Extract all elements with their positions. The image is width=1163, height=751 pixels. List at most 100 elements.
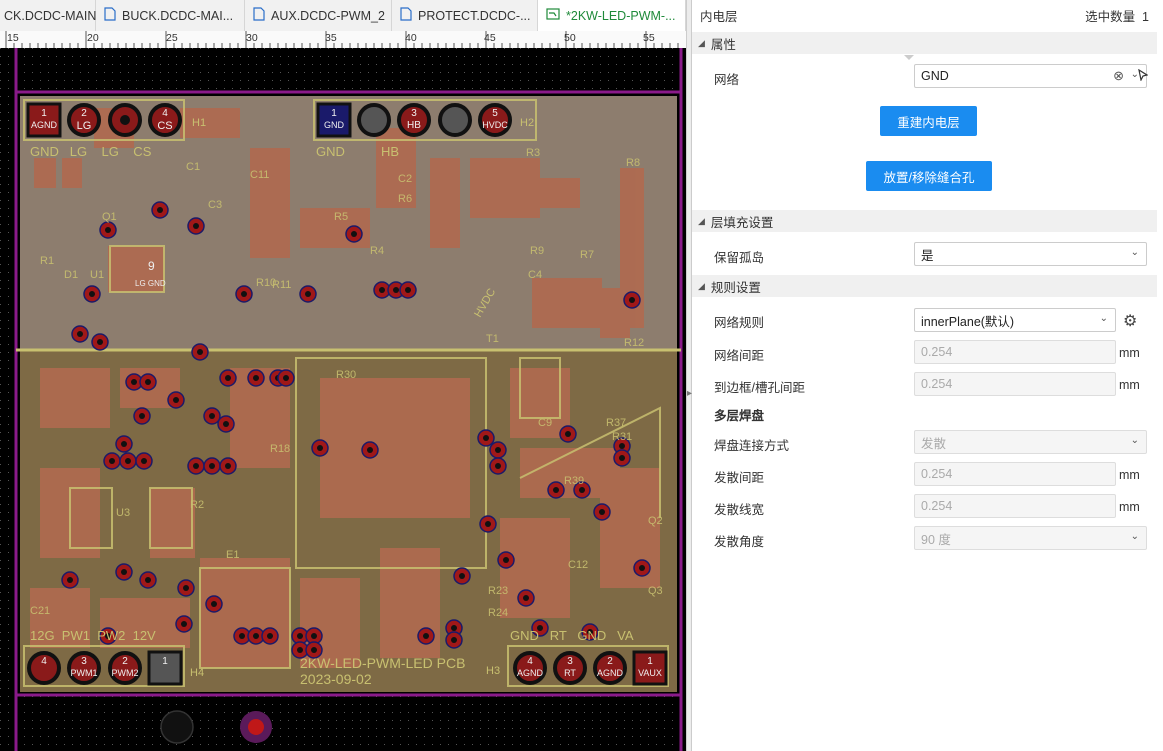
- pad-number: 2: [81, 108, 87, 119]
- document-icon: [253, 7, 265, 24]
- spoke-spacing-value: 0.254: [921, 467, 953, 481]
- via-hole: [223, 421, 229, 427]
- unit-label: mm: [1119, 346, 1140, 360]
- ruler-ticks: [5, 31, 679, 48]
- tab-protect-dcdc[interactable]: PROTECT.DCDC-...: [392, 0, 538, 31]
- pad-net: AGND: [597, 668, 624, 678]
- pad-connect-select[interactable]: 发散 ⌄: [914, 430, 1147, 454]
- panel-header: 内电层 选中数量 1: [692, 0, 1163, 31]
- section-title: 属性: [710, 37, 736, 52]
- reference-designator: R5: [334, 211, 348, 223]
- pad-number: 1: [41, 108, 47, 119]
- via-hole: [145, 379, 151, 385]
- silk-label: H2: [520, 117, 534, 129]
- reference-designator: R24: [488, 607, 508, 619]
- silk-label: GND HB: [316, 144, 399, 159]
- rebuild-plane-button[interactable]: 重建内电层: [880, 106, 977, 136]
- edge-spacing-input[interactable]: 0.254: [914, 372, 1116, 396]
- horizontal-ruler: 15 20 25 30 35 40 45 50 55: [0, 31, 686, 49]
- section-fill-settings[interactable]: ◢ 层填充设置: [692, 210, 1157, 232]
- pick-net-cursor-icon[interactable]: [1138, 68, 1149, 84]
- clear-icon[interactable]: ⊗: [1113, 68, 1124, 84]
- pad-number: 1: [647, 656, 653, 667]
- via-hole: [405, 287, 411, 293]
- pad-net: HVDC: [482, 120, 508, 130]
- silk-label: 9: [148, 259, 155, 273]
- via-hole: [141, 458, 147, 464]
- collapse-arrow-icon[interactable]: ▸: [687, 388, 692, 418]
- ruler-label: 50: [564, 32, 576, 44]
- via-hole: [459, 573, 465, 579]
- via-hole: [639, 565, 645, 571]
- reference-designator: C4: [528, 269, 542, 281]
- via-hole: [393, 287, 399, 293]
- via-hole: [209, 463, 215, 469]
- spoke-spacing-input[interactable]: 0.254: [914, 462, 1116, 486]
- reference-designator: R23: [488, 585, 508, 597]
- via-hole: [311, 647, 317, 653]
- gear-icon[interactable]: ⚙: [1123, 311, 1137, 331]
- via-hole: [193, 463, 199, 469]
- net-value: GND: [921, 69, 949, 83]
- ruler-label: 25: [166, 32, 178, 44]
- edge-spacing-value: 0.254: [921, 377, 953, 391]
- tab-buck-dcdc-main[interactable]: BUCK.DCDC-MAI...: [96, 0, 245, 31]
- reference-designator: T1: [486, 333, 499, 345]
- net-spacing-input[interactable]: 0.254: [914, 340, 1116, 364]
- tab-ck-dcdc-main[interactable]: CK.DCDC-MAIN: [0, 0, 96, 31]
- reference-designator: C11: [250, 169, 269, 181]
- via-hole: [197, 349, 203, 355]
- pcb-board-drawing[interactable]: 1 AGND 2 LG 4 CS 1 GND 3 HB 5 HVDC 4 3 P…: [0, 48, 686, 751]
- net-spacing-value: 0.254: [921, 345, 953, 359]
- pad-net: VAUX: [638, 668, 662, 678]
- pad-number: 5: [492, 108, 498, 119]
- spoke-angle-select[interactable]: 90 度 ⌄: [914, 526, 1147, 550]
- section-attributes[interactable]: ◢ 属性: [692, 32, 1157, 54]
- section-title: 层填充设置: [710, 215, 774, 230]
- reference-designator: R3: [526, 147, 540, 159]
- via-hole: [629, 297, 635, 303]
- silk-label: LG GND: [135, 279, 166, 288]
- via-hole: [297, 647, 303, 653]
- ruler-label: 20: [87, 32, 99, 44]
- via-hole: [253, 633, 259, 639]
- pad-net: AGND: [31, 120, 58, 130]
- reference-designator: R6: [398, 193, 412, 205]
- board-date-silk: 2023-09-02: [300, 671, 372, 687]
- ruler-label: 15: [7, 32, 19, 44]
- pad-number: 4: [527, 656, 533, 667]
- tab-pcb-2kw-led-pwm[interactable]: *2KW-LED-PWM-...: [538, 0, 686, 31]
- mounting-hole[interactable]: [160, 710, 194, 744]
- keep-island-select[interactable]: 是 ⌄: [914, 242, 1147, 266]
- chevron-down-icon: ◢: [698, 280, 705, 291]
- stitch-vias-button[interactable]: 放置/移除缝合孔: [866, 161, 992, 191]
- unit-label: mm: [1119, 378, 1140, 392]
- pad-net: AGND: [517, 668, 544, 678]
- via-hole: [225, 375, 231, 381]
- board-name-silk: 2KW-LED-PWM-LED PCB: [300, 655, 465, 671]
- selection-count-value: 1: [1142, 10, 1149, 24]
- net-rule-value: innerPlane(默认): [921, 314, 1015, 329]
- silk-label: GND LG LG CS: [30, 144, 152, 159]
- chevron-down-icon: ◢: [698, 215, 705, 226]
- chevron-down-icon: ◢: [698, 37, 705, 48]
- via-hole: [173, 397, 179, 403]
- via-hole: [619, 455, 625, 461]
- pad-net: LG: [77, 120, 92, 132]
- silk-label: H3: [486, 665, 500, 677]
- via-hole: [183, 585, 189, 591]
- pcb-canvas[interactable]: 1 AGND 2 LG 4 CS 1 GND 3 HB 5 HVDC 4 3 P…: [0, 48, 686, 751]
- pad-number: 2: [607, 656, 613, 667]
- reference-designator: C9: [538, 417, 552, 429]
- via-hole: [297, 633, 303, 639]
- chevron-down-icon: ⌄: [1130, 435, 1139, 446]
- reference-designator: R39: [564, 475, 584, 487]
- ruler-label: 45: [484, 32, 496, 44]
- spoke-width-input[interactable]: 0.254: [914, 494, 1116, 518]
- tab-aux-dcdc-pwm[interactable]: AUX.DCDC-PWM_2: [245, 0, 392, 31]
- reference-designator: R4: [370, 245, 384, 257]
- net-rule-select[interactable]: innerPlane(默认) ⌄: [914, 308, 1116, 332]
- via-hole: [451, 625, 457, 631]
- net-select[interactable]: GND ⊗ ⌄: [914, 64, 1147, 88]
- section-rule-settings[interactable]: ◢ 规则设置: [692, 275, 1157, 297]
